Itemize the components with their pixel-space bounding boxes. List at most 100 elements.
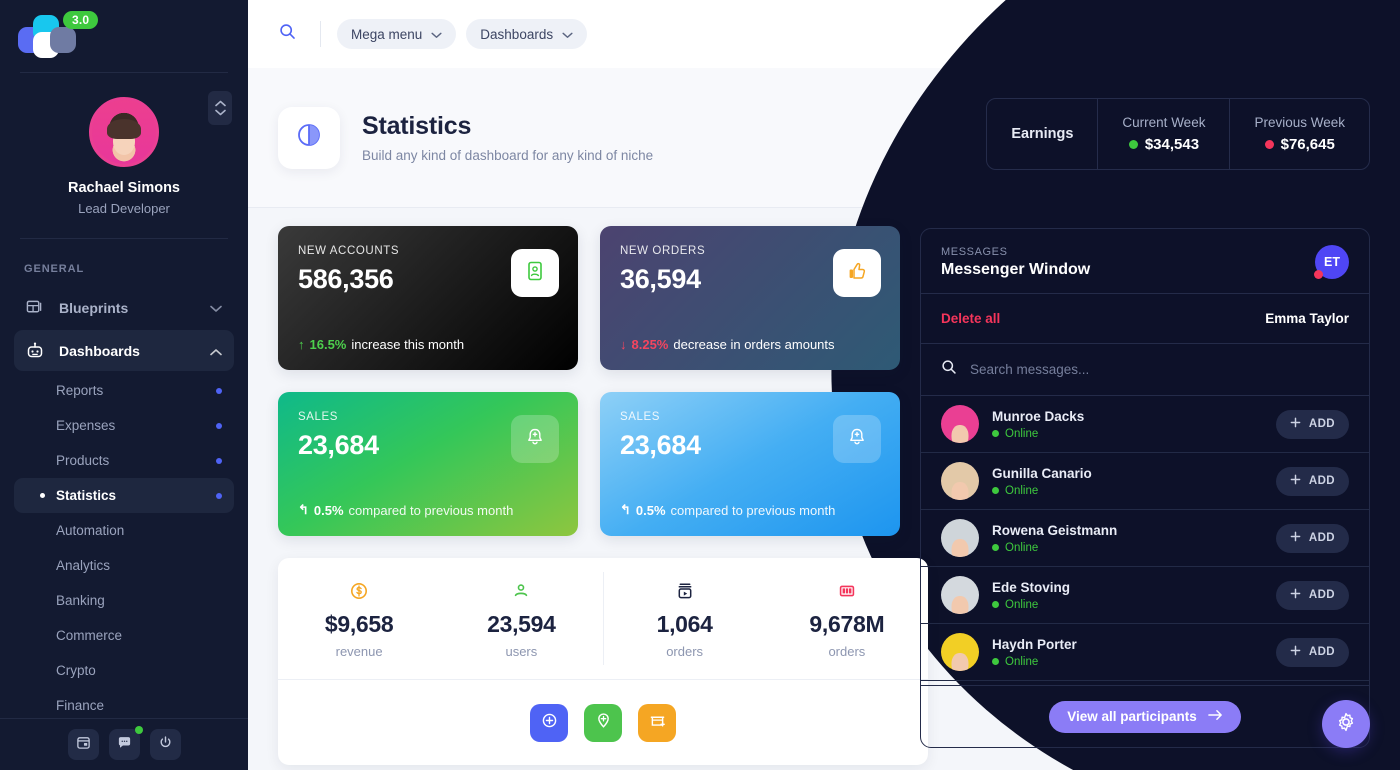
power-button[interactable] [149,729,181,760]
thumbs-up-icon [846,260,868,287]
mega-menu-button[interactable]: Mega menu [337,19,457,49]
notification-dot [1237,21,1245,29]
avatar [941,576,979,614]
metric-label: orders [666,644,704,659]
metric-users[interactable]: 23,594 users [440,558,602,679]
earnings-current-week[interactable]: Current Week $34,543 [1098,99,1231,169]
chat-button[interactable] [108,726,143,760]
list-item[interactable]: Ede Stoving Online ADD [921,567,1369,624]
earnings-label-cell: Earnings [987,99,1099,169]
messenger-title: Messenger Window [941,260,1091,278]
sidebar-subitem-reports[interactable]: Reports [14,373,234,408]
add-contact-button[interactable]: ADD [1275,523,1349,553]
contact-status: Online [992,485,1092,497]
add-item-button[interactable] [530,703,568,742]
online-dot [134,726,143,734]
stat-card-sales-blue[interactable]: SALES 23,684 ↰ 0.5% compared to previous… [600,392,900,536]
avatar[interactable] [1348,19,1378,49]
power-icon [158,735,173,755]
stat-card-sales-green[interactable]: SALES 23,684 ↰ 0.5% compared to previous… [278,392,578,536]
stat-card-note: compared to previous month [670,502,836,518]
calendar-button[interactable] [67,729,99,760]
plus-icon [1290,417,1301,431]
metric-revenue[interactable]: $9,658 revenue [278,558,440,679]
add-contact-button[interactable]: ADD [1275,466,1349,496]
contact-status: Online [992,656,1077,668]
search-button[interactable] [270,17,304,51]
brand-logo[interactable]: 3.0 [0,0,248,72]
stat-card-new-accounts[interactable]: NEW ACCOUNTS 586,356 ↑ 16.5% increase th… [278,226,578,370]
settings-fab-button[interactable] [1322,700,1370,748]
list-item[interactable]: Gunilla Canario Online ADD [921,453,1369,510]
sidebar-item-dashboards[interactable]: Dashboards [14,330,234,371]
contact-name: Ede Stoving [992,579,1071,595]
page-icon-box [278,106,340,169]
add-store-button[interactable] [638,703,676,742]
metric-value: $9,658 [324,611,394,637]
avatar [941,462,979,500]
dashboards-menu-label: Dashboards [480,26,554,42]
messenger-title-group: MESSAGES Messenger Window [941,246,1090,279]
search-icon [941,359,957,380]
sidebar-subitem-label: Products [56,453,110,468]
sidebar-subitem-crypto[interactable]: Crypto [14,653,234,688]
profile-block: Rachael Simons Lead Developer [0,73,248,238]
online-dot [992,487,999,494]
sidebar-subitem-products[interactable]: Products [14,443,234,478]
list-item[interactable]: Haydn Porter Online ADD [921,624,1369,681]
list-item[interactable]: Rowena Geistmann Online ADD [921,510,1369,567]
contact-card-icon [524,260,546,287]
sidebar-subitem-expenses[interactable]: Expenses [14,408,234,443]
stat-card-footer: ↑ 16.5% increase this month [298,337,464,352]
sidebar-subitem-commerce[interactable]: Commerce [14,618,234,653]
trend-up-arrow-icon: ↑ [298,337,305,352]
sidebar-subitem-automation[interactable]: Automation [14,513,234,548]
view-all-participants-button[interactable]: View all participants [1049,700,1241,733]
metric-orders-millions[interactable]: 9,678M orders [766,558,928,679]
earnings-cell-value-wrap: $34,543 [1128,136,1199,153]
toolbar-divider [320,21,321,47]
sidebar-subitem-statistics[interactable]: Statistics [14,478,234,513]
stat-card-percent: 0.5% [635,502,666,518]
add-location-button[interactable] [584,703,622,742]
metric-orders[interactable]: 1,064 orders [604,558,766,679]
sidebar-item-blueprints[interactable]: Blueprints [14,287,234,328]
profile-switcher-button[interactable] [208,91,232,125]
stat-card-footer: ↓ 8.25% decrease in orders amounts [620,337,835,352]
chevron-down-icon [210,300,222,316]
search-input[interactable] [970,362,1349,377]
profile-avatar[interactable] [89,97,159,167]
add-contact-button[interactable]: ADD [1275,409,1349,439]
language-button[interactable] [1260,17,1294,51]
contact-status: Online [992,428,1084,440]
messenger-subheader: Delete all Emma Taylor [921,294,1369,344]
stat-card-icon-box [511,249,559,297]
metrics-card: $9,658 revenue 23,594 users 1,064 orders… [278,558,928,765]
add-contact-button[interactable]: ADD [1275,637,1349,667]
contact-list: Munroe Dacks Online ADD Gunilla Canario [921,396,1369,685]
list-item[interactable]: Munroe Dacks Online ADD [921,396,1369,453]
delete-all-button[interactable]: Delete all [941,311,1000,326]
metric-value: 9,678M [809,611,885,637]
messages-button[interactable] [1304,17,1338,51]
sidebar-item-label: Dashboards [59,342,140,359]
add-label: ADD [1308,475,1335,487]
sidebar-subitem-banking[interactable]: Banking [14,583,234,618]
stat-card-percent: 0.5% [313,502,344,518]
active-marker-dot [40,493,45,498]
notifications-button[interactable] [1216,17,1250,51]
messenger-user-avatar[interactable]: ET [1314,245,1349,279]
trend-down-arrow-icon: ↓ [620,337,627,352]
metric-label: revenue [335,644,383,659]
profile-role: Lead Developer [78,201,170,216]
dashboards-menu-button[interactable]: Dashboards [466,19,588,49]
stat-card-new-orders[interactable]: NEW ORDERS 36,594 ↓ 8.25% decrease in or… [600,226,900,370]
add-contact-button[interactable]: ADD [1275,580,1349,610]
bell-plus-icon [846,426,868,453]
earnings-previous-week[interactable]: Previous Week $76,645 [1230,99,1369,169]
messenger-header: MESSAGES Messenger Window ET [921,229,1369,294]
sidebar-subitem-analytics[interactable]: Analytics [14,548,234,583]
status-dot-red [1264,140,1274,149]
chat-icon [117,735,132,755]
contact-status: Online [992,599,1070,611]
